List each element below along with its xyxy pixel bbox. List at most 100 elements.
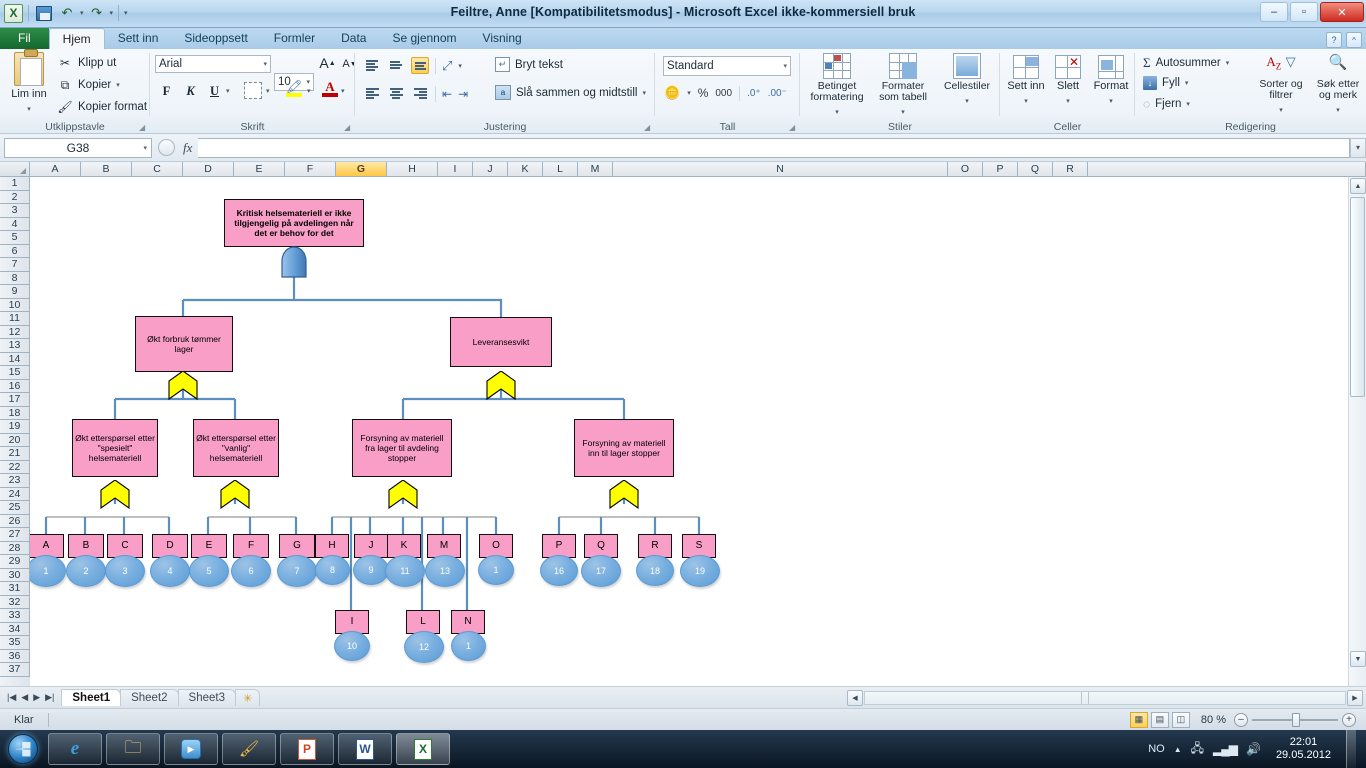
row-header-3[interactable]: 3 [0,204,30,218]
signal-icon[interactable]: ▂▄▆ [1213,742,1238,756]
taskbar-item-excel[interactable]: X [396,733,450,765]
taskbar-item-paint[interactable]: 🖌 [222,733,276,765]
number-format-caret-icon[interactable]: ▾ [783,62,787,70]
page-layout-view-button[interactable]: ▤ [1150,711,1169,728]
clipboard-dialog-launcher[interactable]: ◢ [139,123,148,132]
format-as-table-button[interactable]: Formater som tabell ▾ [872,53,934,121]
taskbar-item-powerpoint[interactable]: P [280,733,334,765]
bold-button[interactable]: F [156,81,177,101]
horizontal-scroll-thumb[interactable] [1081,691,1089,704]
row-header-36[interactable]: 36 [0,649,30,663]
tab-sett-inn[interactable]: Sett inn [105,28,172,49]
wrap-text-button[interactable]: ↵ Bryt tekst [495,57,563,72]
align-top-icon[interactable] [363,57,381,74]
leaf-circle-Q[interactable]: 17 [581,555,621,587]
delete-cells-button[interactable]: ✕ Slett ▾ [1048,55,1088,110]
decrease-indent-icon[interactable]: ⇤ [442,87,452,101]
col-header-B[interactable]: B [81,162,132,177]
leaf-circle-F[interactable]: 6 [231,555,271,587]
font-size-caret-icon[interactable]: ▾ [306,78,310,86]
hscroll-right-button[interactable]: ▶ [1347,689,1363,706]
row-header-15[interactable]: 15 [0,366,30,380]
format-painter-button[interactable]: 🖌 Kopier format [57,99,147,115]
leaf-circle-B[interactable]: 2 [66,555,106,587]
col-header-D[interactable]: D [183,162,234,177]
insert-function-toggle[interactable] [158,139,175,156]
row-header-35[interactable]: 35 [0,636,30,650]
align-right-icon[interactable] [411,85,429,102]
col-header-I[interactable]: I [438,162,473,177]
row-header-37[interactable]: 37 [0,663,30,677]
level2-node-okt-forbruk[interactable]: Økt forbruk tømmer lager [135,316,233,372]
name-box-caret-icon[interactable]: ▾ [143,144,147,152]
row-header-33[interactable]: 33 [0,609,30,623]
row-header-11[interactable]: 11 [0,312,30,326]
clear-caret-icon[interactable]: ▾ [1186,100,1190,108]
page-break-view-button[interactable]: ◫ [1171,711,1190,728]
formula-input[interactable] [198,137,1350,158]
col-header-A[interactable]: A [30,162,81,177]
thousands-icon[interactable]: 000 [715,88,732,99]
minimize-button[interactable]: – [1260,2,1288,22]
leaf-circle-G[interactable]: 7 [277,555,317,587]
sheet-tab-sheet3[interactable]: Sheet3 [177,689,236,706]
row-header-16[interactable]: 16 [0,379,30,393]
row-header-5[interactable]: 5 [0,231,30,245]
borders-icon[interactable] [244,82,262,99]
ribbon-tab-bar[interactable]: Fil Hjem Sett inn Sideoppsett Formler Da… [0,28,1366,49]
delete-cells-caret-icon[interactable]: ▾ [1066,98,1070,105]
leaf-circle-E[interactable]: 5 [189,555,229,587]
network-icon[interactable]: 🖧 [1191,739,1204,760]
leaf-circle-S[interactable]: 19 [680,555,720,587]
row-header-19[interactable]: 19 [0,420,30,434]
row-header-17[interactable]: 17 [0,393,30,407]
decrease-decimal-icon[interactable]: .00⁻ [768,88,787,99]
row-header-10[interactable]: 10 [0,298,30,312]
col-header-K[interactable]: K [508,162,543,177]
col-header-L[interactable]: L [543,162,578,177]
cut-button[interactable]: ✂ Klipp ut [57,55,116,71]
tab-visning[interactable]: Visning [470,28,535,49]
show-desktop-button[interactable] [1346,730,1356,768]
hscroll-left-button[interactable]: ◀ [847,689,863,706]
format-as-table-caret-icon[interactable]: ▾ [901,109,905,116]
leaf-circle-C[interactable]: 3 [105,555,145,587]
sheet-nav-next-icon[interactable]: ▶ [33,692,40,703]
zoom-slider[interactable]: – + [1234,712,1356,727]
font-color-caret-icon[interactable]: ▾ [341,87,345,95]
col-header-C[interactable]: C [132,162,183,177]
row-header-9[interactable]: 9 [0,285,30,299]
tray-language[interactable]: NO [1148,743,1165,755]
leaf-circle-M[interactable]: 13 [425,555,465,587]
row-header-26[interactable]: 26 [0,514,30,528]
tray-expand-icon[interactable]: ▲ [1174,745,1182,754]
sheet-tab-sheet2[interactable]: Sheet2 [120,689,179,706]
copy-button[interactable]: ⧉ Kopier ▾ [57,77,120,93]
row-header-30[interactable]: 30 [0,568,30,582]
percent-icon[interactable]: % [698,86,709,100]
currency-caret-icon[interactable]: ▾ [687,89,691,97]
normal-view-button[interactable]: ▦ [1129,711,1148,728]
new-sheet-button[interactable]: ✳ [235,689,261,706]
col-header-J[interactable]: J [473,162,508,177]
row-header-4[interactable]: 4 [0,217,30,231]
grow-font-icon[interactable]: A ▲ [317,53,338,73]
cell-styles-button[interactable]: Cellestiler ▾ [938,53,996,110]
fill-button[interactable]: ↓ Fyll ▾ [1143,76,1188,90]
align-middle-icon[interactable] [387,57,405,74]
underline-caret-icon[interactable]: ▾ [226,87,230,95]
vertical-scroll-thumb[interactable] [1350,197,1365,397]
align-bottom-icon[interactable] [411,57,429,74]
window-controls[interactable]: – ▫ ✕ [1260,2,1364,22]
scroll-down-button[interactable]: ▼ [1350,651,1366,667]
paste-button[interactable]: Lim inn ▾ [6,49,52,118]
row-header-14[interactable]: 14 [0,352,30,366]
maximize-button[interactable]: ▫ [1290,2,1318,22]
underline-button[interactable]: U [204,81,225,101]
cell-styles-caret-icon[interactable]: ▾ [965,98,969,105]
tab-hjem[interactable]: Hjem [48,28,105,49]
scroll-up-button[interactable]: ▲ [1350,178,1366,194]
top-event-node[interactable]: Kritisk helsemateriell er ikke tilgjenge… [224,199,364,247]
copy-caret-icon[interactable]: ▾ [116,81,120,89]
borders-caret-icon[interactable]: ▾ [266,87,270,95]
